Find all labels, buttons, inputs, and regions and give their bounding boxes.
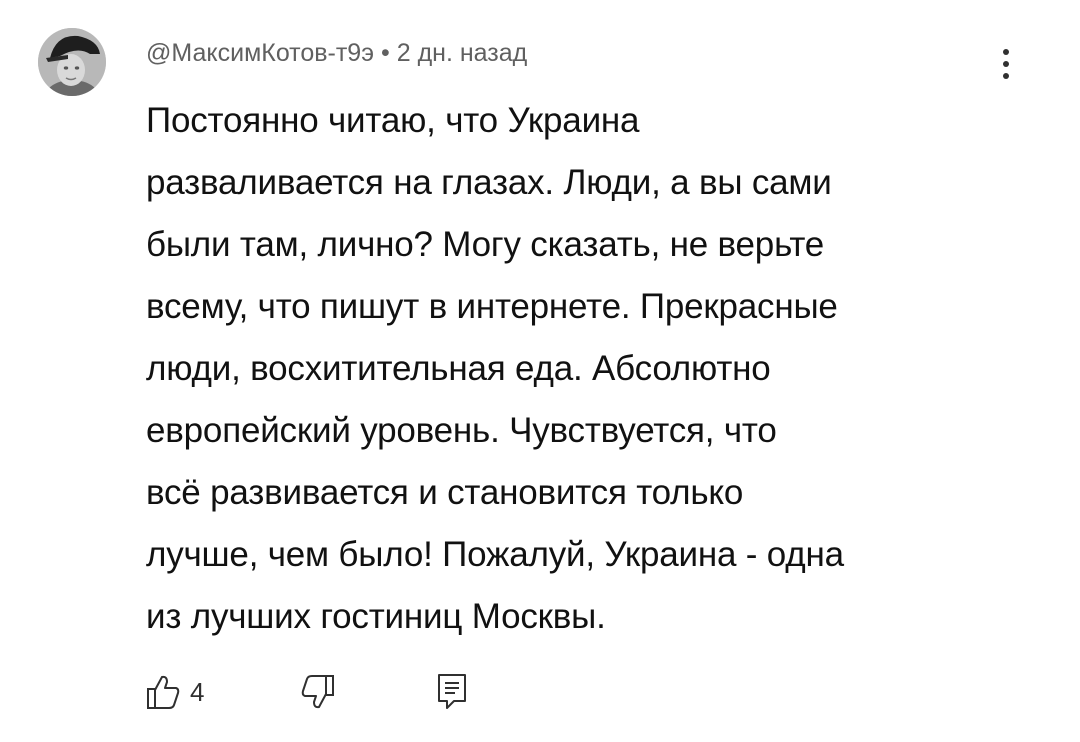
comment-text-line: разваливается на глазах. Люди, а вы сами bbox=[146, 163, 832, 202]
comment-text-line: всё развивается и становится только bbox=[146, 473, 744, 512]
comment-text-line: лучше, чем было! Пожалуй, Украина - одна bbox=[146, 535, 844, 574]
like-count: 4 bbox=[190, 676, 205, 707]
comment-meta: @МаксимКотов-т9э • 2 дн. назад bbox=[146, 36, 527, 70]
comment-text-line: из лучших гостиниц Москвы. bbox=[146, 597, 606, 636]
author-name[interactable]: @МаксимКотов-т9э bbox=[146, 39, 374, 68]
thumbs-down-icon bbox=[302, 675, 335, 709]
comment-actions: 4 bbox=[146, 668, 467, 716]
dislike-button[interactable] bbox=[301, 674, 335, 710]
like-button[interactable]: 4 bbox=[146, 674, 204, 710]
meta-separator: • bbox=[380, 38, 390, 67]
comment-text-line: были там, лично? Могу сказать, не верьте bbox=[146, 225, 825, 264]
avatar[interactable] bbox=[38, 28, 106, 96]
more-options-button[interactable] bbox=[988, 42, 1024, 86]
vertical-dots-icon bbox=[1003, 49, 1009, 79]
comment-text-line: люди, восхитительная еда. Абсолютно bbox=[146, 349, 771, 388]
comment-text: Постоянно читаю, что Украина разваливает… bbox=[146, 90, 1046, 648]
comment-text-line: европейский уровень. Чувствуется, что bbox=[146, 411, 777, 450]
comment-text-line: всему, что пишут в интернете. Прекрасные bbox=[146, 287, 838, 326]
thumbs-up-icon bbox=[147, 675, 180, 709]
avatar-image bbox=[38, 28, 106, 96]
comment-time: 2 дн. назад bbox=[396, 38, 528, 67]
comment: @МаксимКотов-т9э • 2 дн. назад Постоянно… bbox=[0, 0, 1080, 742]
reply-button[interactable] bbox=[437, 673, 467, 711]
comment-text-line: Постоянно читаю, что Украина bbox=[146, 101, 640, 140]
reply-comment-icon bbox=[438, 674, 467, 709]
